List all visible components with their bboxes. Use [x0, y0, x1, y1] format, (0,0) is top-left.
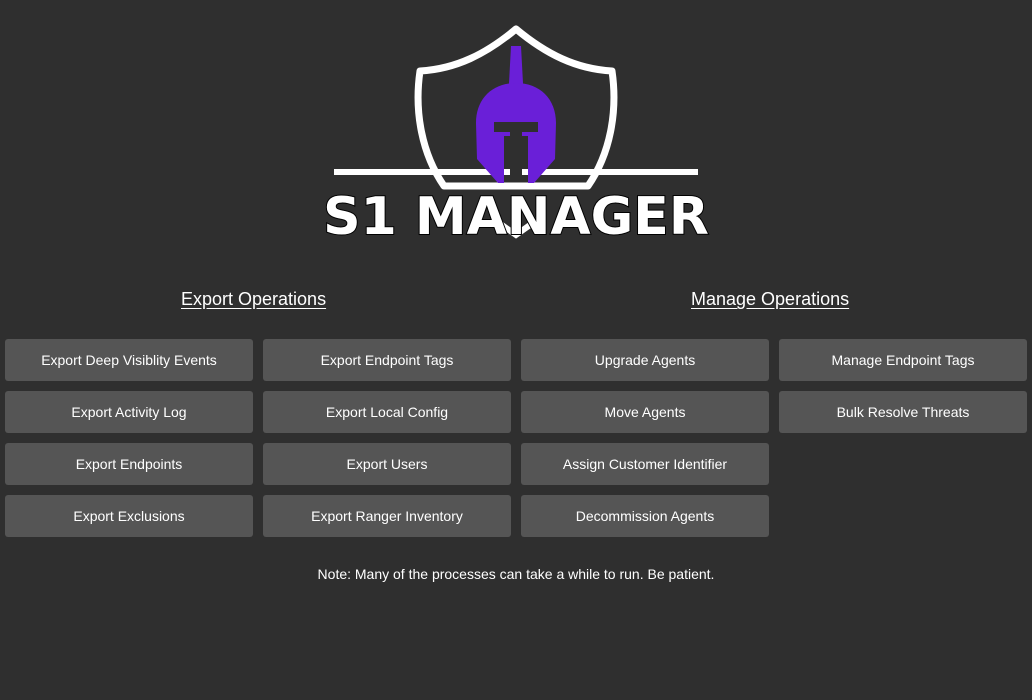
assign-customer-identifier-button[interactable]: Assign Customer Identifier — [521, 443, 769, 485]
decommission-agents-button[interactable]: Decommission Agents — [521, 495, 769, 537]
manage-operations-title: Manage Operations — [691, 289, 850, 309]
export-endpoint-tags-button[interactable]: Export Endpoint Tags — [263, 339, 511, 381]
export-endpoints-button[interactable]: Export Endpoints — [5, 443, 253, 485]
export-activity-log-button[interactable]: Export Activity Log — [5, 391, 253, 433]
export-deep-visibility-events-button[interactable]: Export Deep Visiblity Events — [5, 339, 253, 381]
upgrade-agents-button[interactable]: Upgrade Agents — [521, 339, 769, 381]
export-users-button[interactable]: Export Users — [263, 443, 511, 485]
s1-manager-logo: S1 MANAGER — [320, 20, 712, 250]
move-agents-button[interactable]: Move Agents — [521, 391, 769, 433]
bulk-resolve-threats-button[interactable]: Bulk Resolve Threats — [779, 391, 1027, 433]
main-window: S1 MANAGER Export Operations Manage Oper… — [0, 0, 1032, 700]
export-exclusions-button[interactable]: Export Exclusions — [5, 495, 253, 537]
manage-endpoint-tags-button[interactable]: Manage Endpoint Tags — [779, 339, 1027, 381]
export-operations-title: Export Operations — [181, 289, 327, 309]
export-ranger-inventory-button[interactable]: Export Ranger Inventory — [263, 495, 511, 537]
logo-text: S1 MANAGER — [323, 187, 709, 247]
export-local-config-button[interactable]: Export Local Config — [263, 391, 511, 433]
patience-note: Note: Many of the processes can take a w… — [317, 566, 715, 582]
